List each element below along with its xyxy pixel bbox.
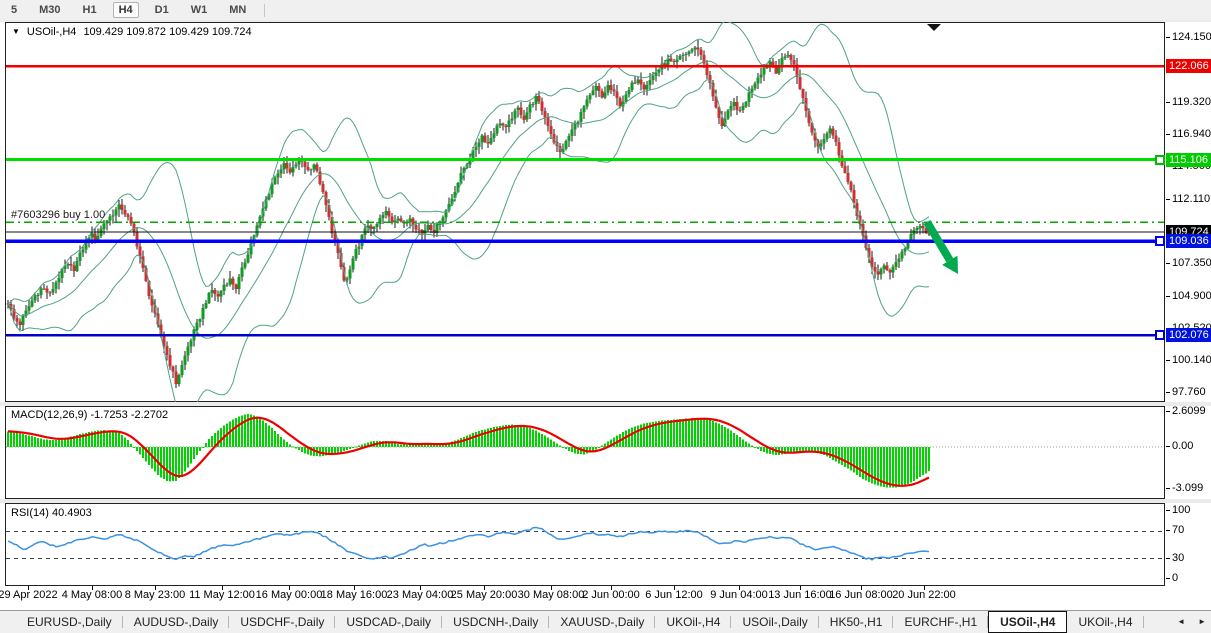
chart-window: ▼ USOil-,H4 109.429 109.872 109.429 109.…	[0, 20, 1211, 610]
date-tick	[28, 586, 29, 590]
price-tick: 116.940	[1172, 128, 1211, 141]
macd-tick: 0.00	[1172, 440, 1193, 453]
timeframe-toolbar: 5 M30 H1 H4 D1 W1 MN	[0, 0, 1211, 20]
price-tick: 107.350	[1172, 257, 1211, 270]
timeframe-button-5[interactable]: 5	[5, 2, 23, 18]
date-tick	[674, 586, 675, 590]
timeframe-button-w1[interactable]: W1	[185, 2, 214, 18]
price-badge: 102.076	[1166, 328, 1211, 342]
tab-xauusd-daily[interactable]: XAUUSD-,Daily	[549, 611, 655, 633]
tab-scroll-right-icon[interactable]: ►	[1198, 617, 1206, 626]
date-tick	[92, 586, 93, 590]
tab-scroll-left-icon[interactable]: ◄	[1177, 617, 1185, 626]
price-badge: 122.066	[1166, 59, 1211, 73]
date-tick	[484, 586, 485, 590]
tab-ukoil-h4[interactable]: UKOil-,H4	[655, 611, 731, 633]
rsi-tick: 30	[1172, 552, 1184, 565]
date-label: 20 Jun 22:00	[878, 589, 970, 601]
date-tick	[739, 586, 740, 590]
main-chart-canvas[interactable]	[5, 22, 1165, 402]
order-label[interactable]: #7603296 buy 1.00	[11, 209, 105, 221]
timeframe-button-h4[interactable]: H4	[113, 2, 139, 18]
timeframe-button-h1[interactable]: H1	[77, 2, 103, 18]
price-tick: 97.760	[1172, 386, 1206, 399]
chart-symbol: USOil-,H4	[27, 26, 77, 38]
symbol-dropdown-icon[interactable]: ▼	[12, 27, 20, 37]
line-anchor-marker	[1155, 236, 1165, 246]
rsi-tick: 100	[1172, 504, 1190, 517]
toolbar-separator	[264, 4, 265, 17]
date-tick	[420, 586, 421, 590]
tab-ukoil-h4[interactable]: UKOil-,H4	[1067, 611, 1143, 633]
timeframe-button-mn[interactable]: MN	[223, 2, 252, 18]
chart-ohlc: 109.429 109.872 109.429 109.724	[83, 26, 251, 38]
tab-hk50-h1[interactable]: HK50-,H1	[819, 611, 894, 633]
tab-usdcnh-daily[interactable]: USDCNH-,Daily	[442, 611, 549, 633]
date-tick	[289, 586, 290, 590]
timeframe-button-d1[interactable]: D1	[149, 2, 175, 18]
tab-usoil-h4[interactable]: USOil-,H4	[988, 611, 1067, 633]
rsi-tick: 70	[1172, 524, 1184, 537]
price-axis: 124.150121.770119.320116.940114.560112.1…	[1165, 20, 1211, 610]
price-tick: 104.900	[1172, 290, 1211, 303]
date-tick	[800, 586, 801, 590]
tab-eurusd-daily[interactable]: EURUSD-,Daily	[16, 611, 123, 633]
tab-usoil-daily[interactable]: USOil-,Daily	[731, 611, 818, 633]
date-tick	[222, 586, 223, 590]
chart-tabs: EURUSD-,DailyAUDUSD-,DailyUSDCHF-,DailyU…	[0, 610, 1211, 633]
timeframe-button-m30[interactable]: M30	[33, 2, 66, 18]
date-tick	[551, 586, 552, 590]
chart-title: ▼ USOil-,H4 109.429 109.872 109.429 109.…	[12, 26, 252, 38]
date-tick	[924, 586, 925, 590]
price-tick: 124.150	[1172, 31, 1211, 44]
date-tick	[354, 586, 355, 590]
rsi-tick: 0	[1172, 572, 1178, 585]
line-anchor-marker	[1155, 330, 1165, 340]
tab-audusd-daily[interactable]: AUDUSD-,Daily	[123, 611, 230, 633]
price-tick: 119.320	[1172, 96, 1211, 109]
tab-eurchf-h1[interactable]: EURCHF-,H1	[893, 611, 988, 633]
date-tick	[155, 586, 156, 590]
rsi-canvas[interactable]	[5, 503, 1165, 586]
macd-canvas[interactable]	[5, 406, 1165, 499]
macd-tick: -3.099	[1172, 482, 1203, 495]
tab-usdcad-daily[interactable]: USDCAD-,Daily	[335, 611, 442, 633]
macd-tick: 2.6099	[1172, 405, 1206, 418]
price-tick: 100.140	[1172, 354, 1211, 367]
price-badge: 115.106	[1166, 153, 1211, 167]
price-badge: 109.036	[1166, 234, 1211, 248]
price-tick: 112.110	[1172, 193, 1210, 206]
rsi-label: RSI(14) 40.4903	[11, 507, 92, 519]
date-tick	[611, 586, 612, 590]
line-anchor-marker	[1155, 155, 1165, 165]
macd-label: MACD(12,26,9) -1.7253 -2.2702	[11, 409, 168, 421]
date-tick	[861, 586, 862, 590]
tab-scroll-nav: ◄ ►	[1177, 610, 1206, 633]
tab-usdchf-daily[interactable]: USDCHF-,Daily	[229, 611, 335, 633]
mt4-terminal: 5 M30 H1 H4 D1 W1 MN ▼ USOil-,H4 109.429 109.8…	[0, 0, 1211, 633]
